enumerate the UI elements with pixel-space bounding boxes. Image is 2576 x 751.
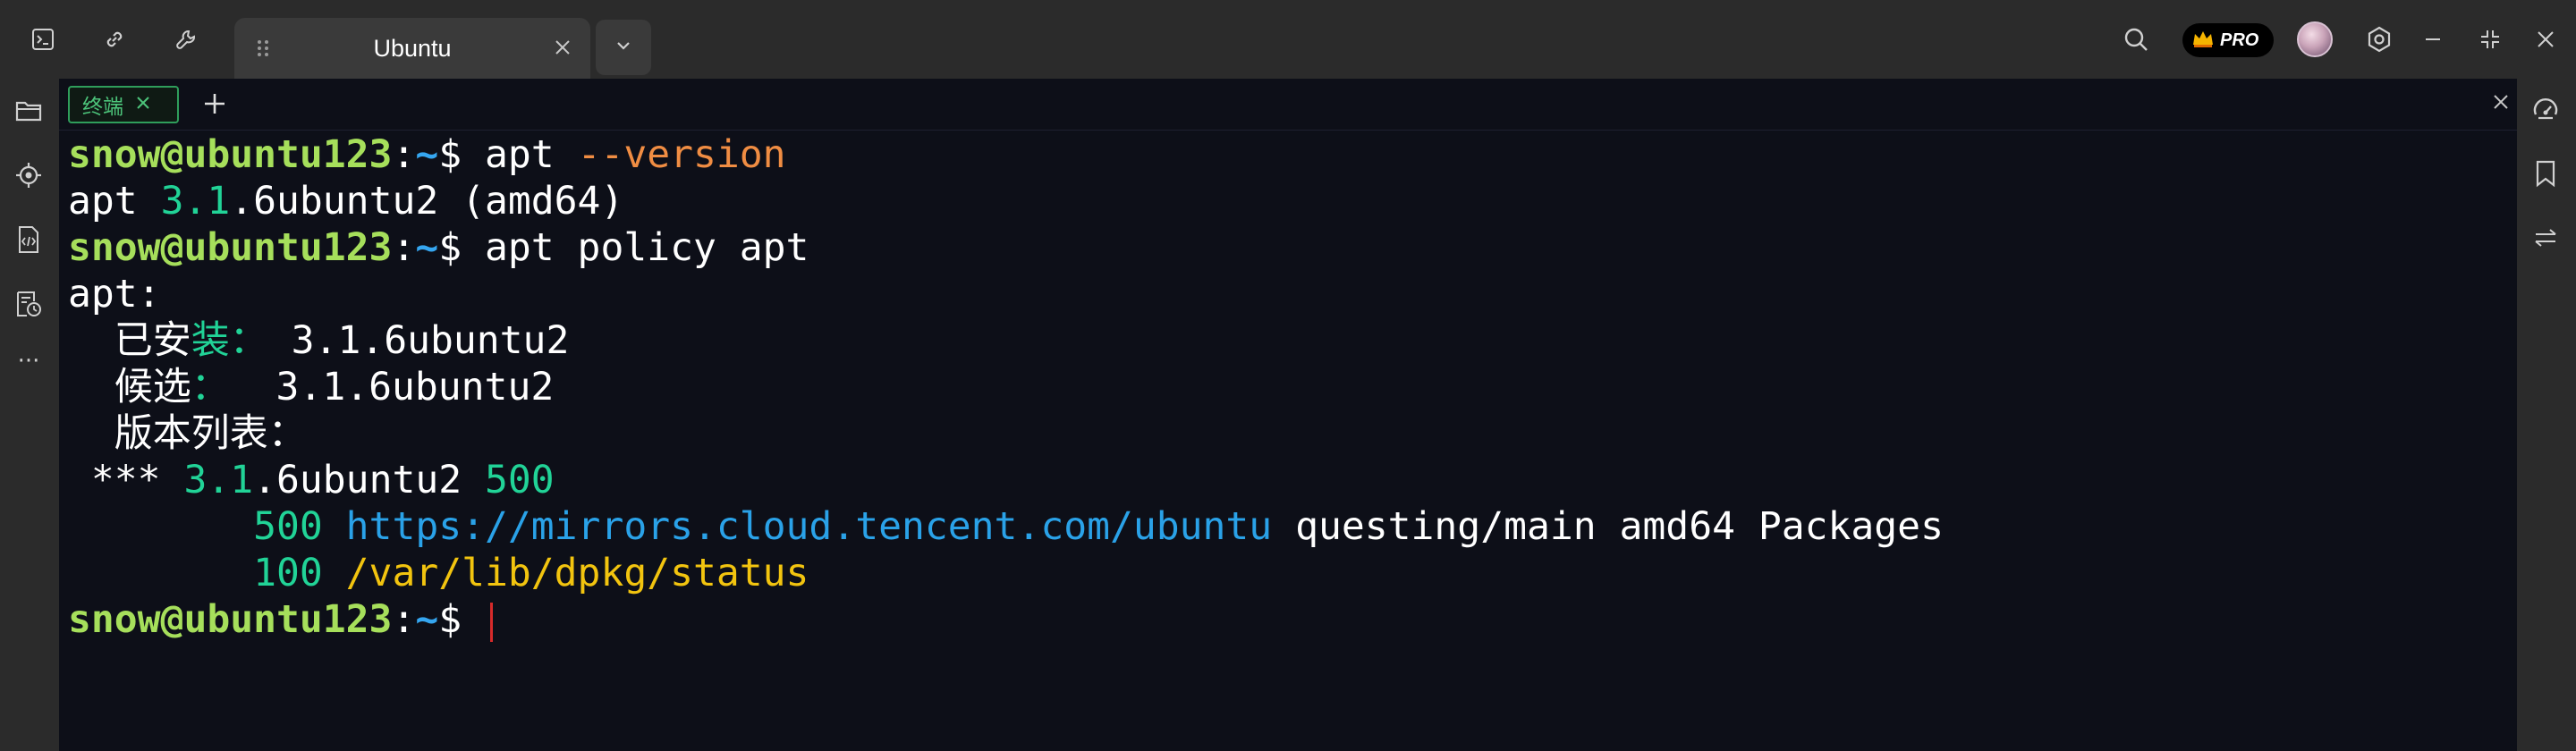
restore-icon[interactable] (2474, 23, 2506, 55)
output-priority: 100 (253, 551, 346, 595)
output-text: questing/main amd64 Packages (1272, 504, 1944, 549)
history-icon[interactable] (11, 286, 47, 322)
output-text: 3.1.6ubuntu2 (229, 365, 555, 409)
prompt-path: ~ (415, 132, 439, 177)
code-icon[interactable] (11, 222, 47, 257)
bookmark-icon[interactable] (2528, 156, 2563, 191)
app-window: Ubuntu PRO ··· 终端 snow@ubuntu123:~$ apt … (0, 0, 2576, 751)
transfer-icon[interactable] (2528, 220, 2563, 256)
prompt-path: ~ (415, 225, 439, 270)
terminal-line: 候选： 3.1.6ubuntu2 (68, 364, 1944, 410)
command-text: apt policy apt (485, 225, 809, 270)
locate-icon[interactable] (11, 157, 47, 193)
close-icon[interactable] (553, 38, 572, 61)
right-sidebar (2517, 79, 2576, 751)
prompt-colon: : (392, 132, 416, 177)
more-icon[interactable]: ··· (11, 343, 47, 379)
tab-terminal[interactable]: 终端 (68, 86, 179, 123)
output-highlight: ： (191, 365, 230, 409)
plus-icon[interactable] (200, 89, 229, 122)
terminal-line: snow@ubuntu123:~$ apt --version (68, 131, 1944, 178)
prompt-colon: : (392, 597, 416, 642)
output-indent (68, 504, 253, 549)
settings-icon[interactable] (2363, 23, 2395, 55)
terminal-line: 已安装： 3.1.6ubuntu2 (68, 317, 1944, 364)
terminal-lines: snow@ubuntu123:~$ apt --version apt 3.1.… (68, 131, 1944, 643)
output-highlight: 装： (191, 318, 268, 363)
pro-badge[interactable]: PRO (2182, 23, 2274, 57)
output-url[interactable]: https://mirrors.cloud.tencent.com/ubuntu (346, 504, 1273, 549)
output-text: 候选 (68, 365, 191, 409)
close-window-icon[interactable] (2529, 23, 2562, 55)
terminal-tab-label: 终端 (82, 96, 123, 119)
output-text: 版本列表： (68, 411, 307, 456)
output-text: apt (68, 179, 161, 224)
command-arg: --version (577, 132, 786, 177)
prompt-user: snow@ubuntu123 (68, 597, 393, 642)
folder-icon[interactable] (11, 93, 47, 129)
tab-title: Ubuntu (373, 35, 452, 62)
minimize-icon[interactable] (2417, 23, 2449, 55)
prompt-user: snow@ubuntu123 (68, 225, 393, 270)
chevron-down-icon (613, 35, 634, 60)
output-indent (68, 551, 253, 595)
output-text: apt: (68, 272, 161, 316)
output-text: 已安 (68, 318, 191, 363)
terminal-line: 500 https://mirrors.cloud.tencent.com/ub… (68, 503, 1944, 550)
pro-label: PRO (2220, 30, 2259, 50)
more-label: ··· (17, 348, 40, 375)
output-text: *** (68, 458, 184, 502)
terminal-icon[interactable] (27, 23, 59, 55)
avatar[interactable] (2297, 21, 2333, 57)
terminal-line: apt: (68, 271, 1944, 317)
search-icon[interactable] (2120, 23, 2152, 55)
tab-dropdown-button[interactable] (596, 20, 651, 75)
link-icon[interactable] (98, 23, 131, 55)
output-priority: 500 (253, 504, 346, 549)
output-highlight: 3.1 (160, 179, 231, 224)
left-sidebar: ··· (0, 79, 59, 751)
terminal-output[interactable]: snow@ubuntu123:~$ apt --version apt 3.1.… (59, 131, 2517, 751)
gauge-icon[interactable] (2528, 91, 2563, 127)
output-priority: 500 (485, 458, 555, 502)
prompt-colon: : (392, 225, 416, 270)
wrench-icon[interactable] (170, 23, 202, 55)
crown-icon (2191, 29, 2215, 52)
prompt-path: ~ (415, 597, 439, 642)
output-text: 3.1.6ubuntu2 (267, 318, 570, 363)
output-path: /var/lib/dpkg/status (345, 551, 809, 595)
tab-ubuntu[interactable]: Ubuntu (234, 18, 590, 79)
terminal-tab-bar: 终端 (59, 79, 2517, 131)
output-highlight: 3.1 (183, 458, 254, 502)
prompt-symbol: $ (438, 597, 485, 642)
output-text: .6ubuntu2 (253, 458, 486, 502)
close-panel-icon[interactable] (2490, 91, 2512, 116)
prompt-symbol: $ (438, 132, 485, 177)
close-icon[interactable] (134, 94, 152, 115)
terminal-line: apt 3.1.6ubuntu2 (amd64) (68, 178, 1944, 224)
terminal-line: *** 3.1.6ubuntu2 500 (68, 457, 1944, 503)
terminal-line: 版本列表： (68, 410, 1944, 457)
terminal-line: snow@ubuntu123:~$ apt policy apt (68, 224, 1944, 271)
terminal-line: snow@ubuntu123:~$ (68, 596, 1944, 643)
prompt-user: snow@ubuntu123 (68, 132, 393, 177)
output-text: .6ubuntu2 (amd64) (230, 179, 624, 224)
text-cursor (490, 602, 493, 642)
command-text: apt (485, 132, 578, 177)
prompt-symbol: $ (438, 225, 485, 270)
terminal-line: 100 /var/lib/dpkg/status (68, 550, 1944, 596)
title-bar: Ubuntu PRO (0, 0, 2576, 79)
